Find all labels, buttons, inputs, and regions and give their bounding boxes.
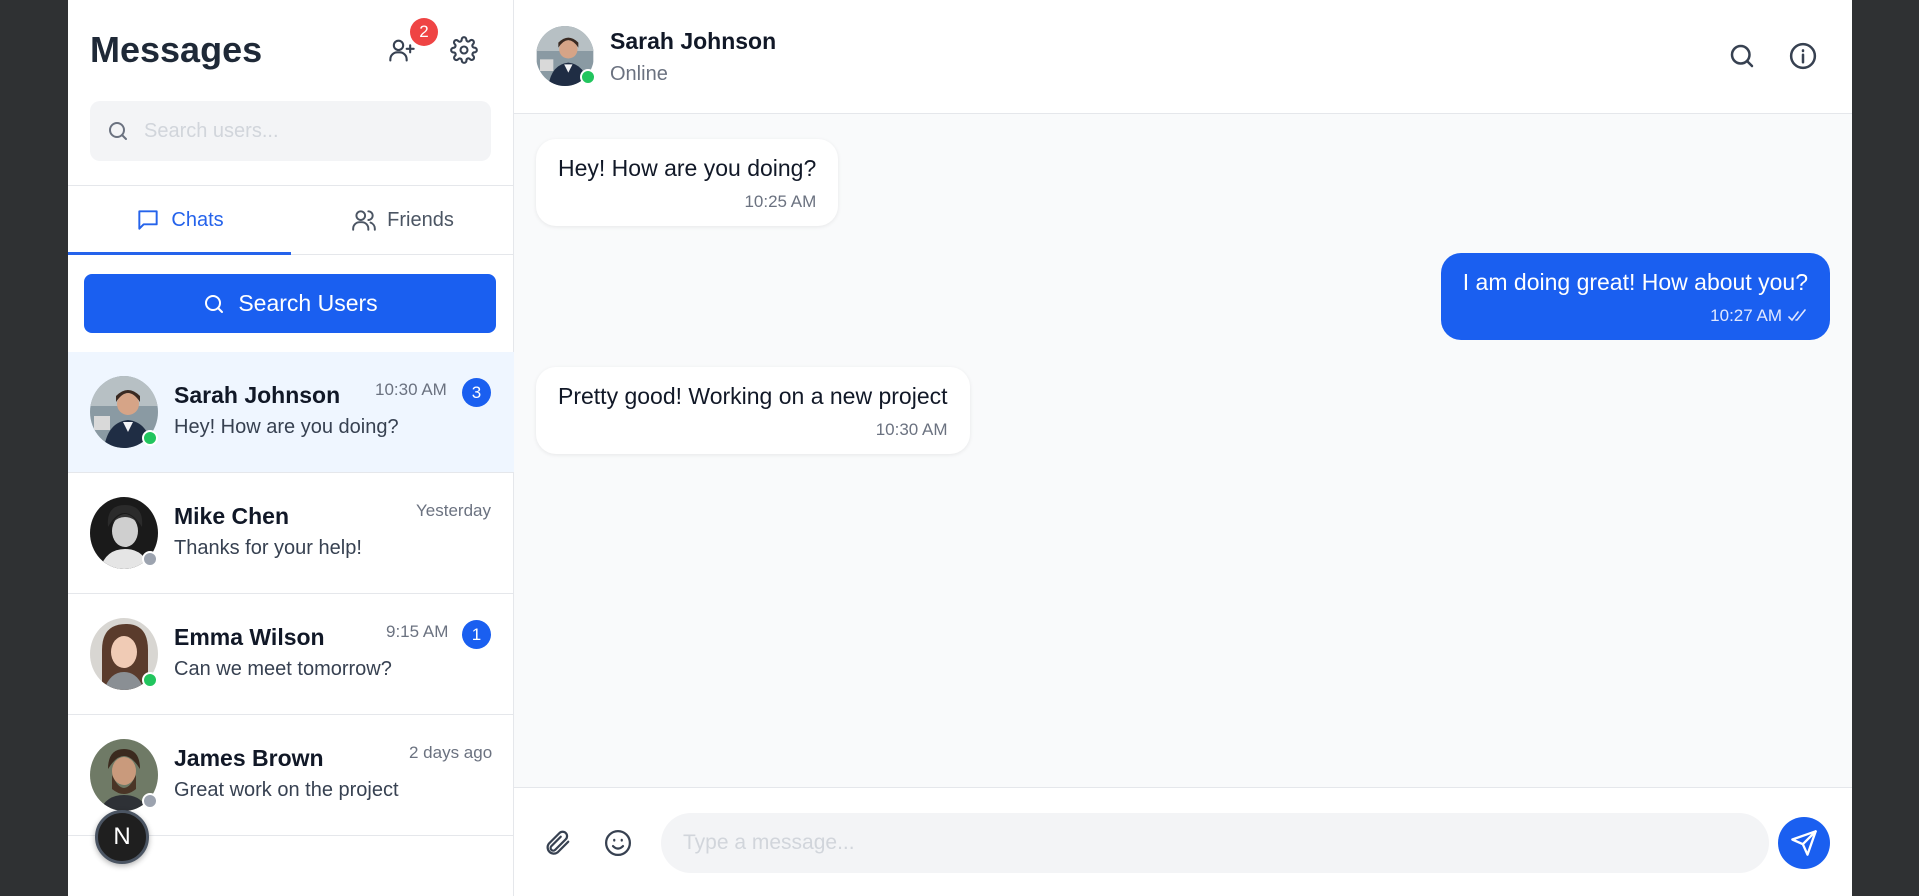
message-text: I am doing great! How about you? [1462,269,1808,295]
message-bubble-incoming[interactable]: Hey! How are you doing? 10:25 AM [536,139,839,226]
search-users-button[interactable]: Search Users [84,274,496,333]
sidebar-tabs: Chats Friends [68,185,514,255]
unread-badge: 1 [462,620,491,649]
users-icon [352,210,376,231]
list-item[interactable]: Emma Wilson 9:15 AM 1 Can we meet tomorr… [68,594,514,715]
message-time: 10:27 AM [1710,306,1782,325]
search-icon [109,122,127,140]
unread-badge: 3 [462,378,491,407]
tab-friends-label: Friends [387,208,454,231]
settings-button[interactable] [448,34,480,66]
chat-time: 10:30 AM [375,380,447,399]
tab-friends[interactable]: Friends [291,186,514,254]
conversation-info-button[interactable] [1787,40,1819,72]
search-users-input[interactable] [144,119,474,143]
info-icon [1789,42,1817,70]
chat-name: Emma Wilson [174,624,325,650]
friend-requests-button[interactable]: 2 [386,18,438,66]
message-meta: 10:25 AM [558,192,816,212]
friend-requests-badge: 2 [410,18,438,46]
chat-name: Sarah Johnson [174,382,341,408]
messaging-app: Messages 2 Search users... Chats Friends… [68,0,1852,896]
message-meta: 10:30 AM [558,420,948,440]
search-icon [205,294,224,313]
chat-preview: Can we meet tomorrow? [174,658,392,680]
message-meta: 10:27 AM [1463,306,1808,326]
tab-chats-label: Chats [171,208,224,231]
emoji-button[interactable] [601,826,635,860]
message-bubble-outgoing[interactable]: I am doing great! How about you? 10:27 A… [1440,253,1830,340]
message-text: Hey! How are you doing? [558,155,817,181]
double-check-icon [1788,309,1806,322]
chat-bubble-icon [138,210,159,230]
status-offline-dot [142,551,158,567]
search-users-label: Search Users [238,290,378,316]
smiley-icon [605,830,631,856]
search-icon [1730,44,1754,68]
chat-time: Yesterday [416,501,491,520]
chat-preview: Great work on the project [174,779,399,801]
message-bubble-incoming[interactable]: Pretty good! Working on a new project 10… [536,367,970,454]
attach-button[interactable] [540,826,574,860]
status-online-dot [580,69,596,85]
gear-icon [450,36,478,64]
send-button[interactable] [1778,817,1830,869]
send-icon [1791,830,1817,856]
chat-name: James Brown [174,745,324,771]
chat-time: 9:15 AM [386,622,449,641]
message-time: 10:25 AM [744,192,817,211]
tab-chats[interactable]: Chats [68,186,291,255]
status-online-dot [142,430,158,446]
sidebar-title: Messages [90,29,263,70]
message-text: Pretty good! Working on a new project [558,383,948,409]
chat-name: Mike Chen [174,503,290,529]
status-offline-dot [142,793,158,809]
sidebar-header: Messages 2 [68,0,513,100]
paperclip-icon [546,830,570,855]
conversation-header: Sarah Johnson Online [514,0,1852,114]
message-composer [514,787,1852,896]
chat-preview: Hey! How are you doing? [174,416,399,438]
chat-preview: Thanks for your help! [174,537,362,559]
list-item[interactable]: Sarah Johnson 10:30 AM 3 Hey! How are yo… [68,352,514,473]
message-time: 10:30 AM [875,420,948,439]
chat-list: Sarah Johnson 10:30 AM 3 Hey! How are yo… [68,352,514,836]
status-online-dot [142,672,158,688]
list-item[interactable]: Mike Chen Yesterday Thanks for your help… [68,473,514,594]
next-dev-indicator-button[interactable]: N [95,810,149,864]
user-search [90,101,491,161]
contact-name: Sarah Johnson [610,28,777,54]
message-input[interactable] [661,813,1769,873]
conversation-panel: Sarah Johnson Online Hey! How are you do… [514,0,1852,896]
chat-time: 2 days ago [409,743,493,762]
sidebar: Messages 2 Search users... Chats Friends… [68,0,514,896]
search-conversation-button[interactable] [1726,40,1758,72]
contact-status: Online [610,63,668,85]
